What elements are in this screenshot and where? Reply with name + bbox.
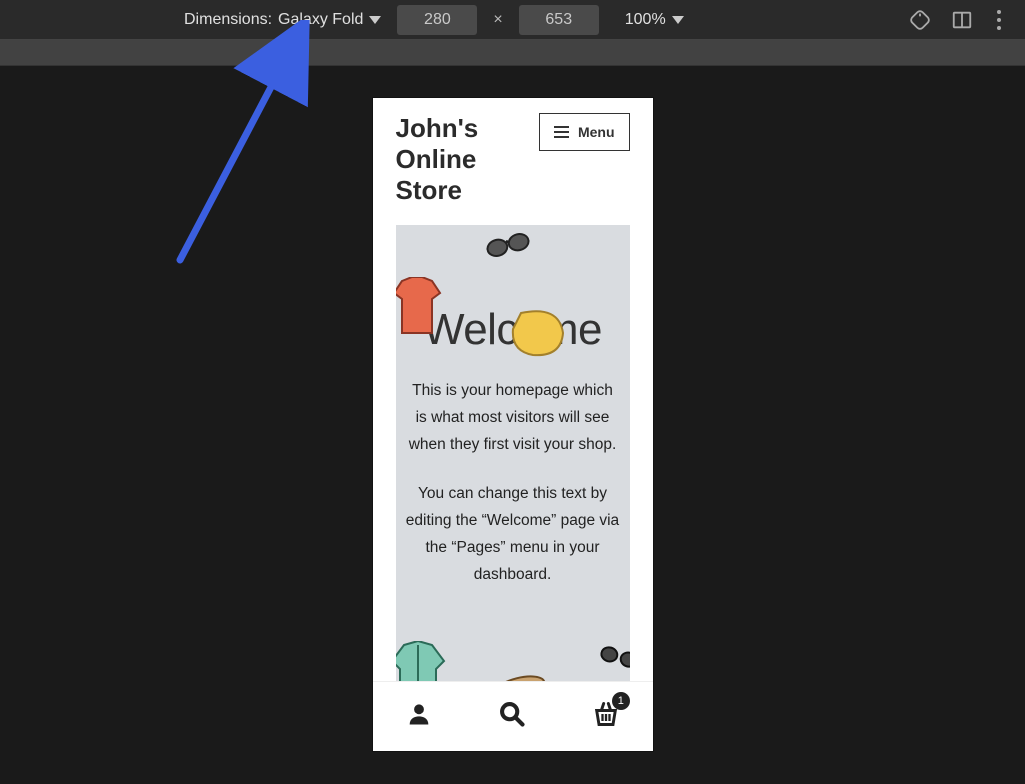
device-frame: John's Online Store Menu xyxy=(373,98,653,751)
cart-badge: 1 xyxy=(612,692,630,710)
hero-paragraph-1: This is your homepage which is what most… xyxy=(406,377,620,458)
hero-paragraph-2: You can change this text by editing the … xyxy=(406,480,620,589)
dimensions-label: Dimensions: xyxy=(184,11,272,29)
sunglasses-icon xyxy=(483,227,532,262)
viewport-width-input[interactable] xyxy=(397,5,477,35)
dimension-separator: × xyxy=(493,11,502,29)
devtools-toolbar: Dimensions: Galaxy Fold × 100% xyxy=(0,0,1025,40)
footer-nav: 1 xyxy=(373,681,653,751)
chevron-down-icon xyxy=(672,16,684,24)
account-nav-item[interactable] xyxy=(405,700,433,733)
blob-icon xyxy=(511,307,567,359)
menu-button[interactable]: Menu xyxy=(539,113,630,151)
site-title[interactable]: John's Online Store xyxy=(396,113,526,207)
viewport-area: John's Online Store Menu xyxy=(0,66,1025,784)
hamburger-icon xyxy=(554,126,569,138)
device-selector[interactable]: Dimensions: Galaxy Fold xyxy=(184,11,381,29)
chevron-down-icon xyxy=(369,16,381,24)
jacket-icon xyxy=(396,641,450,681)
search-icon xyxy=(498,700,526,728)
cart-nav-item[interactable]: 1 xyxy=(592,700,620,733)
rotate-icon[interactable] xyxy=(909,9,931,31)
viewport-height-input[interactable] xyxy=(519,5,599,35)
belt-icon xyxy=(488,669,549,681)
device-name: Galaxy Fold xyxy=(278,11,363,29)
search-nav-item[interactable] xyxy=(498,700,526,733)
dual-screen-icon[interactable] xyxy=(951,9,973,31)
zoom-selector[interactable]: 100% xyxy=(625,11,684,29)
shirt-icon xyxy=(396,277,444,337)
zoom-value: 100% xyxy=(625,11,666,29)
sunglasses-icon xyxy=(598,642,630,671)
hero-section: Welcome This is your homepage which is w… xyxy=(396,225,630,681)
site-header: John's Online Store Menu xyxy=(373,98,653,225)
menu-label: Menu xyxy=(578,124,615,140)
ruler-bar xyxy=(0,40,1025,66)
user-icon xyxy=(405,700,433,728)
more-options-icon[interactable] xyxy=(993,6,1005,34)
